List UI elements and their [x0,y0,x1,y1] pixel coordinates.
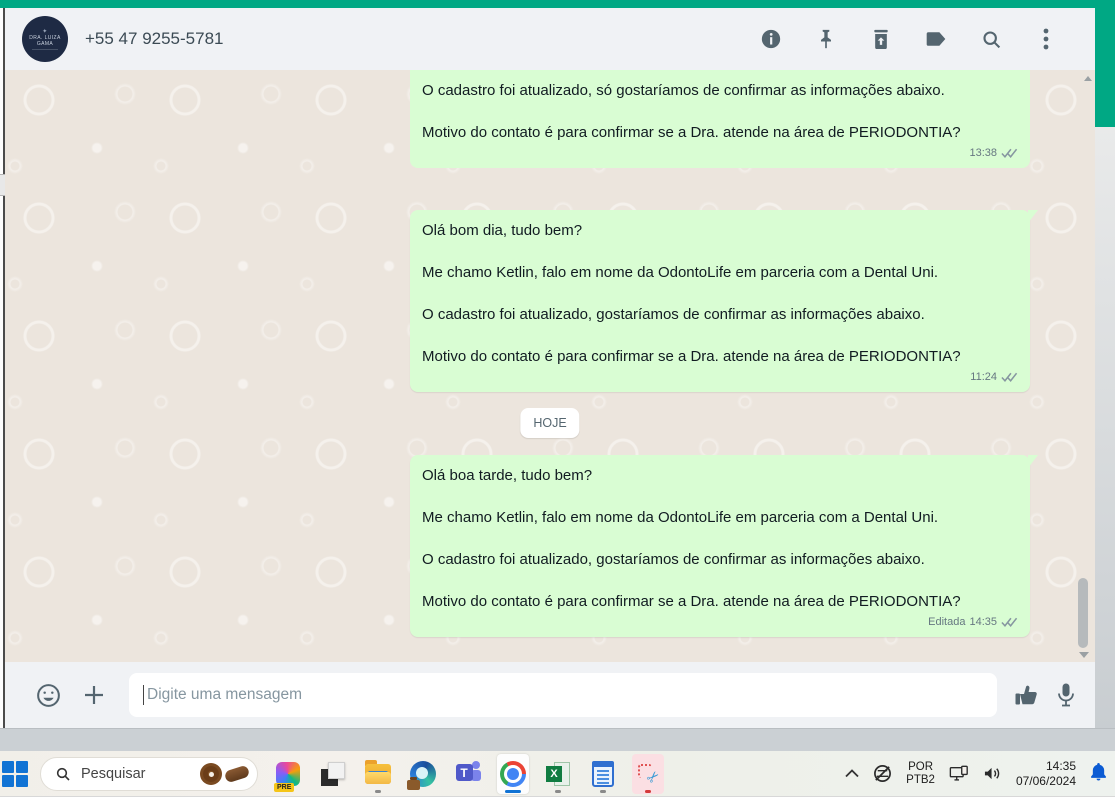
message-paragraph: O cadastro foi atualizado, gostaríamos d… [422,551,925,568]
folder-icon [365,759,391,784]
edited-label: Editada [928,616,966,628]
message-paragraph: Me chamo Ketlin, falo em nome da OdontoL… [422,264,939,281]
avatar-label: DRA. LUIZA GAMA [29,34,61,47]
clock-date: 07/06/2024 [1015,773,1076,788]
window-top-accent-bar [0,0,1115,8]
message-paragraph: Motivo do contato é para confirmar se a … [422,124,961,141]
message-meta: 11:24 [422,369,1018,385]
double-check-icon [1001,616,1018,628]
clock-time: 14:35 [1045,758,1076,773]
label-icon[interactable] [925,28,947,50]
outgoing-message[interactable]: O cadastro foi atualizado, só gostaríamo… [410,70,1030,168]
taskbar-app-file-explorer[interactable] [362,754,394,794]
text-caret [143,685,144,705]
message-time: 14:35 [969,616,997,628]
chat-scrollbar-thumb[interactable] [1078,578,1088,648]
message-paragraph: O cadastro foi atualizado, só gostaríamo… [422,82,945,99]
avatar[interactable]: ✦ DRA. LUIZA GAMA [22,16,68,62]
microphone-icon[interactable] [1056,682,1076,709]
screen: ✦ DRA. LUIZA GAMA +55 47 9255-5781 O cad… [0,0,1115,797]
taskbar-search[interactable]: Pesquisar [40,756,258,791]
system-tray: POR PTB2 14:35 07/06/2024 [845,759,1107,789]
taskbar-app-notebook[interactable] [587,754,619,794]
chat-title-phone[interactable]: +55 47 9255-5781 [85,29,224,49]
scrollbar-down-arrow[interactable] [1079,652,1089,658]
header-actions [760,28,1057,50]
blocked-globe-icon[interactable] [873,764,892,783]
search-label: Pesquisar [81,765,146,782]
message-paragraph: Me chamo Ketlin, falo em nome da OdontoL… [422,509,939,526]
taskbar-apps: PRE T X ✂ [272,753,665,794]
eclair-icon [223,764,251,783]
language-line2: PTB2 [906,773,935,786]
edge-icon [407,760,436,790]
taskbar-app-edge[interactable] [407,754,439,794]
kebab-menu-icon[interactable] [1035,28,1057,50]
message-paragraph: Motivo do contato é para confirmar se a … [422,593,961,610]
open-app-indicator [600,789,606,793]
active-app-indicator [505,789,521,793]
teams-icon: T [455,761,481,786]
scrollbar-up-arrow[interactable] [1084,76,1092,81]
work-briefcase-badge [407,776,420,790]
date-divider: HOJE [520,408,580,438]
message-paragraph: Olá boa tarde, tudo bem? [422,467,593,484]
message-paragraph: Olá bom dia, tudo bem? [422,222,583,239]
taskbar-app-chrome[interactable] [497,753,529,794]
snipping-tool-icon: ✂ [636,762,665,787]
chat-header: ✦ DRA. LUIZA GAMA +55 47 9255-5781 [5,8,1095,70]
language-line1: POR [908,760,934,773]
pin-icon[interactable] [815,28,837,50]
message-paragraph: O cadastro foi atualizado, gostaríamos d… [422,306,925,323]
notebook-icon [592,760,614,787]
language-indicator[interactable]: POR PTB2 [906,761,935,787]
recording-indicator [645,789,651,793]
message-input[interactable]: Digite uma mensagem [129,673,997,717]
message-meta: 13:38 [422,145,1018,161]
background-window-scroll-edge[interactable] [1095,127,1115,751]
window-bottom-edge [0,728,1115,751]
donut-icon [200,762,222,785]
taskbar-clock[interactable]: 14:35 07/06/2024 [1016,759,1076,789]
open-app-indicator [555,789,561,793]
thumbs-up-icon[interactable] [1013,683,1040,708]
layered-squares-icon [321,761,345,786]
taskbar-app-squares[interactable] [317,754,349,794]
background-window-teal-edge [1095,0,1115,127]
message-time: 13:38 [969,147,997,159]
windows-taskbar: Pesquisar PRE T X ✂ POR PTB2 14:35 07/06… [0,751,1115,797]
emoji-icon[interactable] [35,682,62,709]
plus-attach-icon[interactable] [82,683,106,707]
message-composer: Digite uma mensagem [5,662,1095,728]
search-icon[interactable] [980,28,1002,50]
outgoing-message[interactable]: Olá bom dia, tudo bem? Me chamo Ketlin, … [410,210,1030,392]
taskbar-app-snipping-tool[interactable]: ✂ [632,753,665,794]
volume-icon[interactable] [983,765,1002,782]
chevron-up-icon[interactable] [845,766,859,781]
outgoing-message[interactable]: Olá boa tarde, tudo bem? Me chamo Ketlin… [410,455,1030,637]
open-app-indicator [375,789,381,793]
message-paragraph: Motivo do contato é para confirmar se a … [422,348,961,365]
message-time: 11:24 [970,371,997,383]
avatar-underline [32,48,58,50]
double-check-icon [1001,147,1018,159]
excel-icon: X [546,761,570,786]
search-highlight-art [200,762,251,785]
archive-icon[interactable] [870,28,892,50]
message-input-placeholder: Digite uma mensagem [147,686,303,703]
taskbar-app-copilot[interactable]: PRE [272,754,304,794]
taskbar-app-excel[interactable]: X [542,754,574,794]
info-icon[interactable] [760,28,782,50]
copilot-icon: PRE [274,761,300,792]
notification-bell-icon[interactable] [1090,762,1107,786]
cast-icon[interactable] [949,765,969,783]
taskbar-app-teams[interactable]: T [452,754,484,794]
double-check-icon [1001,371,1018,383]
start-button[interactable] [2,760,28,787]
chrome-icon [500,760,526,787]
search-icon [56,767,70,781]
message-meta: Editada 14:35 [422,614,1018,630]
chat-message-list[interactable]: O cadastro foi atualizado, só gostaríamo… [5,70,1095,662]
